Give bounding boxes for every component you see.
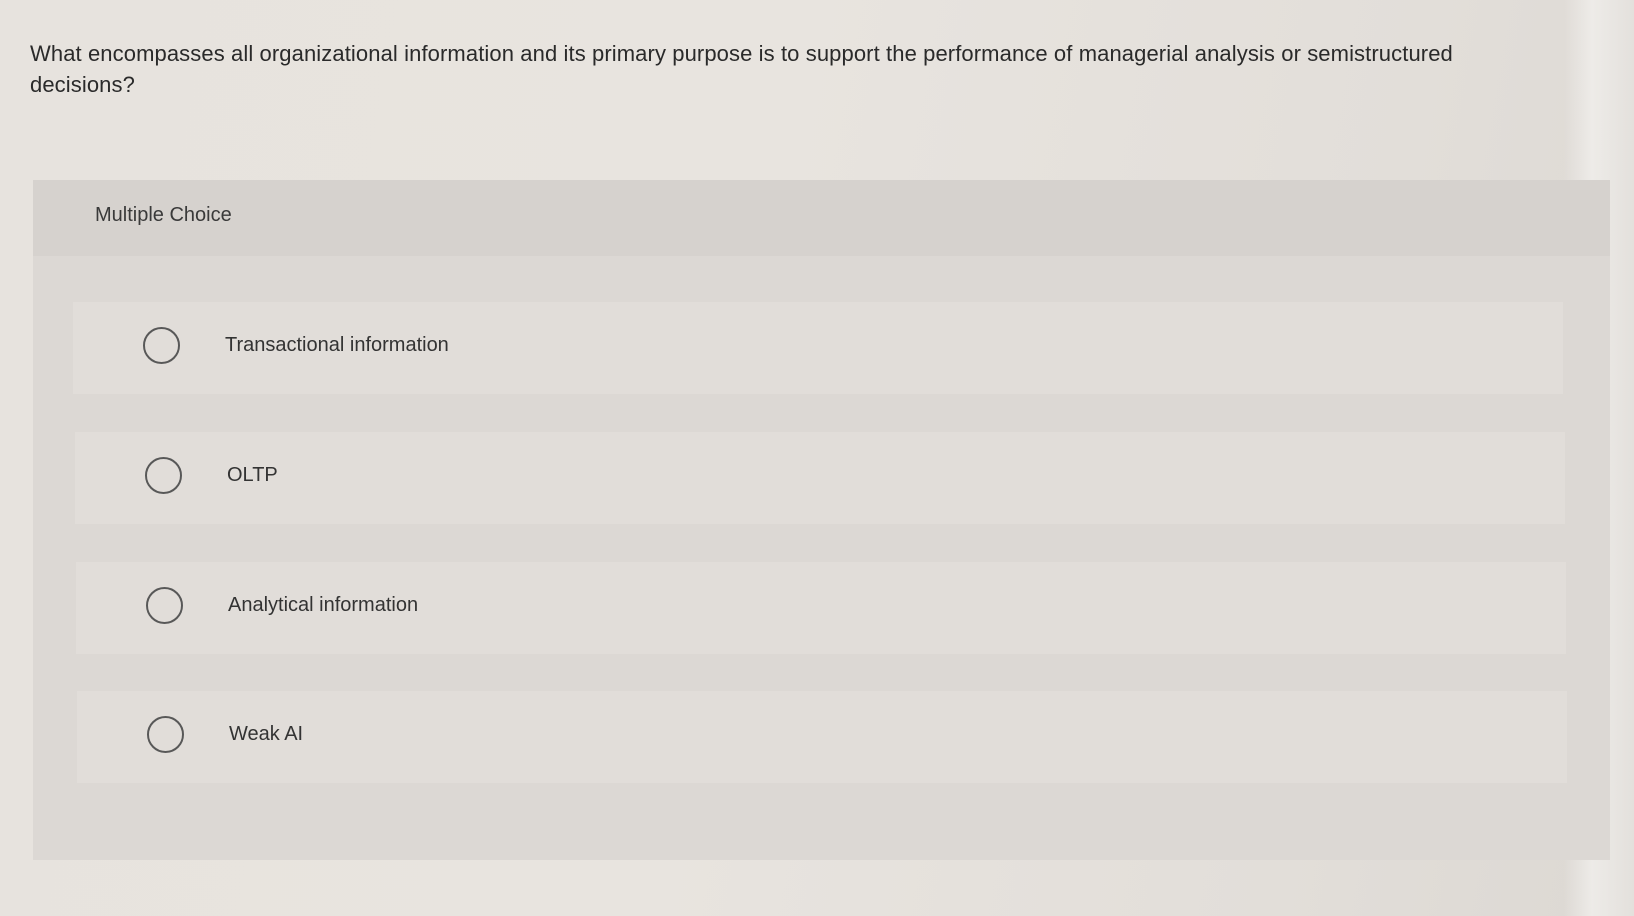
radio-button[interactable] <box>147 716 184 753</box>
option-label: Transactional information <box>225 334 449 356</box>
multiple-choice-panel: Multiple Choice Transactional informatio… <box>33 180 1610 860</box>
option-weak-ai[interactable]: Weak AI <box>77 691 1567 783</box>
option-oltp[interactable]: OLTP <box>75 432 1565 524</box>
option-label: Weak AI <box>229 723 304 745</box>
option-analytical-information[interactable]: Analytical information <box>76 562 1566 654</box>
option-transactional-information[interactable]: Transactional information <box>73 302 1563 394</box>
option-label: Analytical information <box>228 594 419 616</box>
multiple-choice-title: Multiple Choice <box>95 204 232 226</box>
radio-button[interactable] <box>143 327 180 364</box>
option-label: OLTP <box>227 464 278 486</box>
radio-button[interactable] <box>145 457 182 494</box>
multiple-choice-header: Multiple Choice <box>33 180 1610 256</box>
radio-button[interactable] <box>146 587 183 624</box>
question-text: What encompasses all organizational info… <box>30 41 1453 97</box>
